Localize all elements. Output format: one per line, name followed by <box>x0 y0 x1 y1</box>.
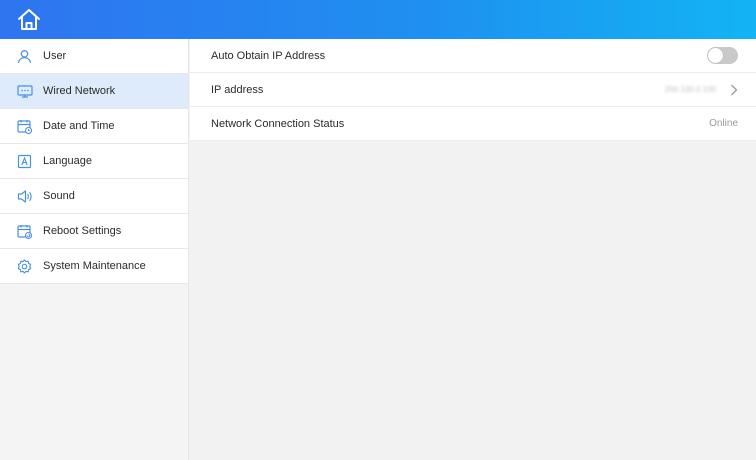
sidebar-item-sound[interactable]: Sound <box>0 179 188 214</box>
ip-address-row[interactable]: IP address 200.100.0.100 <box>190 73 756 107</box>
auto-ip-row: Auto Obtain IP Address <box>190 39 756 73</box>
chevron-right-icon <box>731 84 738 95</box>
gear-icon <box>16 258 33 275</box>
home-button[interactable] <box>16 7 42 33</box>
sidebar-item-wired-network[interactable]: Wired Network <box>0 74 188 109</box>
auto-ip-label: Auto Obtain IP Address <box>211 49 326 62</box>
connection-status-label: Network Connection Status <box>211 117 345 130</box>
sidebar-item-reboot-settings[interactable]: Reboot Settings <box>0 214 188 249</box>
calendar-reboot-icon <box>16 223 33 240</box>
home-icon <box>18 9 40 30</box>
sidebar-item-label: System Maintenance <box>43 260 146 272</box>
auto-ip-toggle[interactable] <box>707 47 738 64</box>
calendar-clock-icon <box>16 118 33 135</box>
sidebar-item-label: Language <box>43 155 92 167</box>
ip-address-value: 200.100.0.100 <box>664 85 716 94</box>
sidebar-item-label: Sound <box>43 190 75 202</box>
sidebar-item-label: User <box>43 50 67 62</box>
connection-status-value: Online <box>709 118 738 129</box>
sidebar-item-user[interactable]: User <box>0 39 188 74</box>
network-icon <box>16 83 33 100</box>
ip-address-label: IP address <box>211 83 264 96</box>
settings-panel: Auto Obtain IP Address IP address 200.10… <box>190 39 756 141</box>
sidebar-item-system-maintenance[interactable]: System Maintenance <box>0 249 188 284</box>
toggle-knob <box>708 48 723 63</box>
sidebar-item-language[interactable]: Language <box>0 144 188 179</box>
sidebar-item-date-and-time[interactable]: Date and Time <box>0 109 188 144</box>
user-icon <box>16 48 33 65</box>
connection-status-row: Network Connection Status Online <box>190 107 756 141</box>
sidebar-item-label: Date and Time <box>43 120 115 132</box>
sidebar-item-label: Reboot Settings <box>43 225 122 237</box>
sidebar: User Wired Network Date and Time Languag… <box>0 39 189 460</box>
top-bar <box>0 0 756 39</box>
speaker-icon <box>16 188 33 205</box>
language-icon <box>16 153 33 170</box>
sidebar-item-label: Wired Network <box>43 85 116 97</box>
